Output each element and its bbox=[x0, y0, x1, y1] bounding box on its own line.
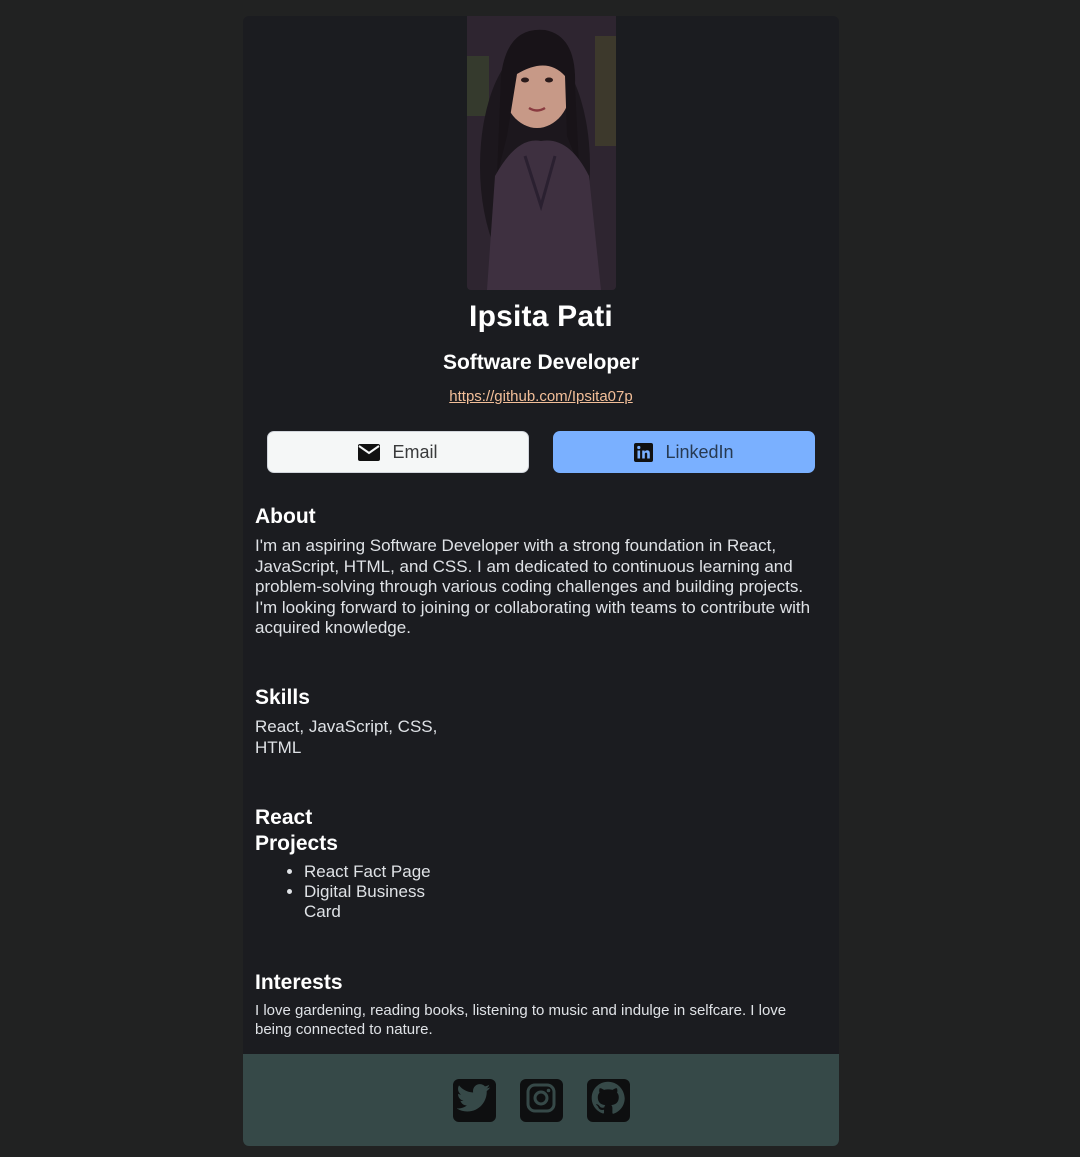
twitter-icon bbox=[456, 1083, 491, 1117]
footer bbox=[243, 1054, 839, 1146]
list-item: React Fact Page bbox=[304, 862, 444, 882]
projects-list: React Fact Page Digital Business Card bbox=[255, 862, 444, 922]
profile-photo bbox=[467, 16, 616, 290]
skills-text: React, JavaScript, CSS, HTML bbox=[255, 717, 438, 757]
projects-heading: React Projects bbox=[255, 806, 338, 855]
twitter-link[interactable] bbox=[452, 1078, 496, 1122]
github-link[interactable]: https://github.com/Ipsita07p bbox=[449, 388, 632, 405]
linkedin-icon bbox=[634, 442, 654, 462]
interests-heading: Interests bbox=[255, 971, 343, 994]
github-link-container: https://github.com/Ipsita07p bbox=[243, 388, 839, 405]
business-card: Ipsita Pati Software Developer https://g… bbox=[243, 16, 839, 1146]
linkedin-button-label: LinkedIn bbox=[665, 441, 734, 462]
github-icon bbox=[591, 1081, 625, 1120]
skills-heading: Skills bbox=[255, 686, 310, 709]
github-social-link[interactable] bbox=[586, 1078, 630, 1122]
instagram-link[interactable] bbox=[519, 1078, 563, 1122]
about-heading: About bbox=[255, 505, 316, 528]
profile-name: Ipsita Pati bbox=[469, 300, 613, 333]
email-button-label: Email bbox=[392, 441, 438, 462]
instagram-icon bbox=[525, 1082, 557, 1119]
envelope-icon bbox=[358, 443, 381, 461]
profile-role: Software Developer bbox=[442, 351, 640, 374]
interests-text: I love gardening, reading books, listeni… bbox=[255, 1002, 787, 1038]
linkedin-button[interactable]: LinkedIn bbox=[553, 431, 815, 473]
about-text: I'm an aspiring Software Developer with … bbox=[255, 536, 811, 637]
list-item: Digital Business Card bbox=[304, 882, 444, 922]
email-button[interactable]: Email bbox=[267, 431, 529, 473]
